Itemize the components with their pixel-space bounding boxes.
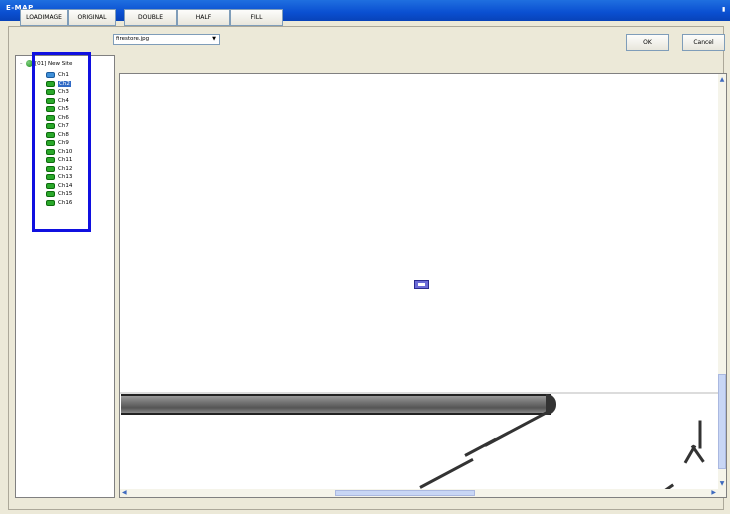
tree-item-channel[interactable]: Ch4 [46, 97, 72, 106]
tree-item-label: Ch14 [58, 182, 73, 189]
tree-item-label: Ch7 [58, 123, 69, 130]
tree-item-label: Ch10 [58, 148, 73, 155]
image-select-value: firestore.jpg [116, 36, 150, 42]
tree-item-label: Ch12 [58, 165, 73, 172]
tree-item-channel[interactable]: Ch13 [46, 173, 72, 182]
tree-item-channel[interactable]: Ch2 [46, 80, 72, 89]
tree-item-label: Ch8 [58, 131, 69, 138]
tree-item-label: Ch2 [58, 80, 71, 87]
tree-item-label: Ch5 [58, 106, 69, 113]
camera-icon [46, 165, 55, 172]
tree-item-channel[interactable]: Ch8 [46, 131, 72, 140]
tree-root[interactable]: – [01] New Site [20, 60, 72, 67]
tree-item-label: Ch6 [58, 114, 69, 121]
fill-button[interactable]: FILL [230, 9, 283, 26]
camera-icon [46, 174, 55, 181]
camera-icon [46, 157, 55, 164]
camera-icon [46, 123, 55, 130]
camera-icon [46, 140, 55, 147]
tree-item-channel[interactable]: Ch6 [46, 114, 72, 123]
camera-icon [46, 97, 55, 104]
tree-item-channel[interactable]: Ch15 [46, 190, 72, 199]
camera-icon [46, 72, 55, 79]
tree-item-channel[interactable]: Ch9 [46, 139, 72, 148]
camera-icon [46, 182, 55, 189]
vertical-scrollbar[interactable]: ▲ ▼ [718, 74, 726, 497]
camera-marker-icon[interactable] [414, 280, 429, 289]
tree-item-label: Ch16 [58, 199, 73, 206]
scroll-right-icon[interactable]: ▶ [711, 489, 716, 496]
camera-icon [46, 191, 55, 198]
channel-tree: – [01] New Site Ch1 Ch2 Ch3 Ch4 Ch5 Ch6 Ch7 Ch8… [15, 55, 115, 498]
tree-item-channel[interactable]: Ch5 [46, 105, 72, 114]
tree-item-label: Ch4 [58, 97, 69, 104]
loadimage-button[interactable]: LOADIMAGE [20, 9, 68, 26]
tree-item-label: Ch9 [58, 140, 69, 147]
camera-icon [46, 199, 55, 206]
double-button[interactable]: DOUBLE [124, 9, 177, 26]
tree-item-label: Ch11 [58, 157, 73, 164]
map-line [698, 420, 702, 449]
tree-item-channel[interactable]: Ch7 [46, 122, 72, 131]
tree-item-channel[interactable]: Ch3 [46, 88, 72, 97]
scroll-left-icon[interactable]: ◀ [122, 489, 127, 496]
tree-item-label: Ch15 [58, 191, 73, 198]
image-select[interactable]: firestore.jpg ▼ [113, 34, 220, 45]
map-line [464, 437, 497, 457]
vertical-scroll-thumb[interactable] [718, 374, 726, 469]
camera-icon [46, 80, 55, 87]
camera-icon [46, 114, 55, 121]
camera-icon [46, 131, 55, 138]
map-pipe-graphic [121, 394, 551, 415]
camera-icon [46, 106, 55, 113]
close-icon[interactable]: ▮ [722, 6, 728, 14]
cancel-button[interactable]: Cancel [682, 34, 725, 51]
camera-icon [46, 148, 55, 155]
horizontal-scroll-thumb[interactable] [335, 490, 475, 496]
map-view[interactable]: ▲ ▼ ◀ ▶ [119, 73, 727, 498]
tree-root-label: [01] New Site [35, 60, 73, 67]
original-button[interactable]: ORIGINAL [68, 9, 116, 26]
tree-item-channel[interactable]: Ch10 [46, 148, 72, 157]
map-line [419, 458, 474, 489]
chevron-down-icon[interactable]: ▼ [210, 36, 218, 43]
half-button[interactable]: HALF [177, 9, 230, 26]
tree-item-channel[interactable]: Ch12 [46, 165, 72, 174]
map-pipe-end [546, 394, 556, 415]
tree-item-channel[interactable]: Ch14 [46, 182, 72, 191]
horizontal-scrollbar[interactable]: ◀ ▶ [120, 489, 718, 497]
scroll-up-icon[interactable]: ▲ [718, 76, 726, 84]
ok-button[interactable]: OK [626, 34, 669, 51]
tree-item-channel[interactable]: Ch11 [46, 156, 72, 165]
camera-icon [46, 89, 55, 96]
tree-item-channel[interactable]: Ch1 [46, 71, 72, 80]
channel-list: Ch1 Ch2 Ch3 Ch4 Ch5 Ch6 Ch7 Ch8 Ch9 Ch10 Ch11 Ch12 C… [46, 71, 72, 207]
tree-item-label: Ch3 [58, 89, 69, 96]
tree-item-label: Ch1 [58, 72, 69, 79]
tree-item-label: Ch13 [58, 174, 73, 181]
map-line [683, 444, 697, 464]
tree-item-channel[interactable]: Ch16 [46, 199, 72, 208]
scroll-down-icon[interactable]: ▼ [718, 480, 726, 488]
globe-icon [26, 60, 33, 67]
